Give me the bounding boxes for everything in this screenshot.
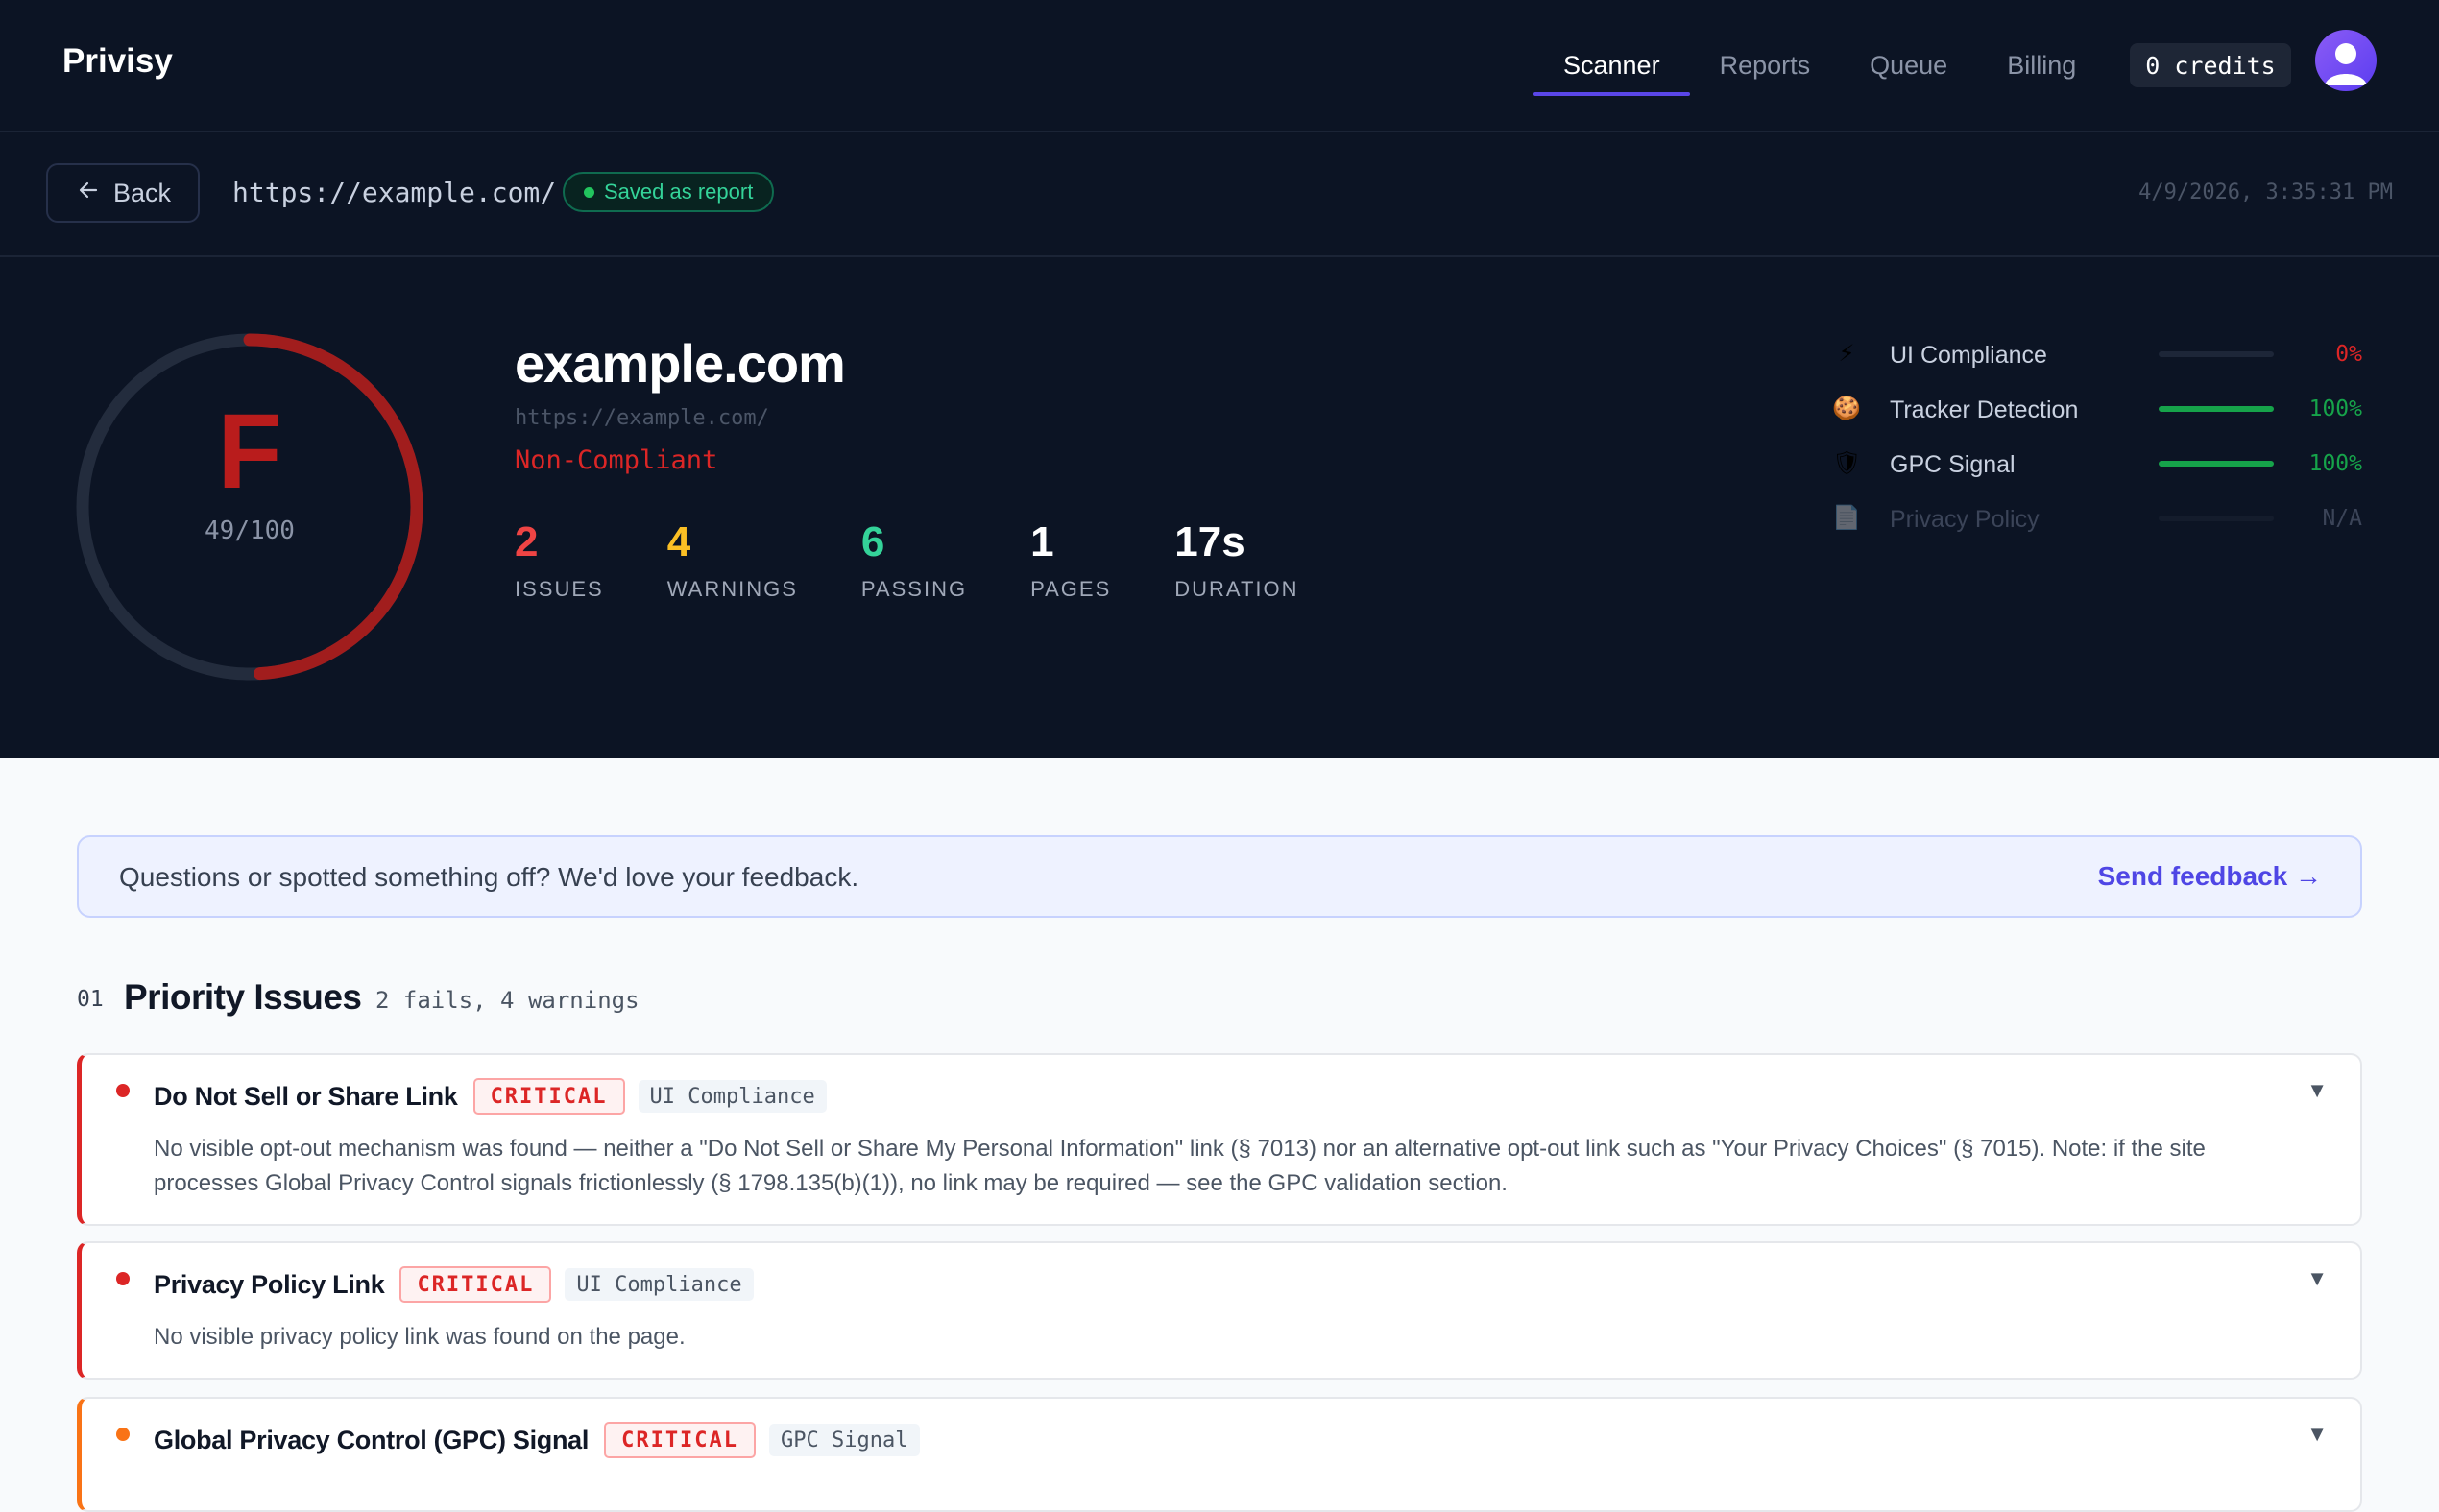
tab-scanner[interactable]: Scanner	[1533, 0, 1690, 131]
user-avatar-icon[interactable]	[2315, 30, 2377, 91]
site-url: https://example.com/	[515, 406, 769, 430]
scanned-url: https://example.com/	[232, 177, 557, 208]
feedback-banner: Questions or spotted something off? We'd…	[77, 835, 2362, 918]
check-name: Privacy Policy	[1890, 506, 2040, 533]
check-progress-bar	[2159, 516, 2274, 521]
issue-title: Global Privacy Control (GPC) Signal	[154, 1425, 590, 1454]
check-name: UI Compliance	[1890, 342, 2047, 369]
chevron-down-icon[interactable]: ▼	[2306, 1422, 2328, 1447]
back-button[interactable]: Back	[46, 163, 200, 223]
shield-icon: 🛡	[1832, 450, 1862, 476]
issue-card-do-not-sell[interactable]: Do Not Sell or Share Link CRITICAL UI Co…	[77, 1053, 2362, 1226]
issue-card-privacy-policy[interactable]: Privacy Policy Link CRITICAL UI Complian…	[77, 1241, 2362, 1380]
dark-header-region: Privisy Scanner Reports Queue Billing 0 …	[0, 0, 2439, 758]
issue-title: Privacy Policy Link	[154, 1269, 385, 1299]
check-name: GPC Signal	[1890, 451, 2016, 478]
status-dot-icon	[584, 186, 594, 198]
stat-value: 2	[515, 518, 539, 565]
stat-pages: 1 PAGES	[1030, 521, 1111, 602]
report-subbar: Back https://example.com/ Saved as repor…	[0, 132, 2439, 257]
summary-hero: F 49/100 example.com https://example.com…	[0, 257, 2439, 758]
issue-header: Privacy Policy Link CRITICAL UI Complian…	[154, 1266, 754, 1303]
stat-duration: 17s DURATION	[1174, 521, 1298, 602]
stat-label: DURATION	[1174, 577, 1299, 601]
stat-warnings: 4 WARNINGS	[667, 521, 798, 602]
issue-description: No visible opt-out mechanism was found —…	[154, 1136, 2206, 1196]
feedback-text: Questions or spotted something off? We'd…	[119, 862, 859, 892]
check-progress-bar	[2159, 406, 2274, 412]
check-tracker-detection: 🍪 Tracker Detection 100%	[1832, 387, 2362, 442]
brand-logo[interactable]: Privisy	[62, 42, 173, 81]
check-ui-compliance: ⚡ UI Compliance 0%	[1832, 332, 2362, 387]
scan-timestamp: 4/9/2026, 3:35:31 PM	[2138, 180, 2393, 204]
grade-letter: F	[217, 393, 282, 511]
stat-label: PAGES	[1030, 577, 1112, 601]
stat-label: ISSUES	[515, 577, 604, 601]
severity-dot-icon	[116, 1428, 130, 1441]
check-name: Tracker Detection	[1890, 396, 2079, 423]
chevron-down-icon[interactable]: ▼	[2306, 1078, 2328, 1103]
back-label: Back	[113, 178, 172, 207]
severity-dot-icon	[116, 1084, 130, 1097]
stat-value: 4	[666, 518, 691, 565]
credits-badge[interactable]: 0 credits	[2130, 43, 2291, 87]
stat-value: 6	[860, 518, 885, 565]
stat-label: PASSING	[860, 577, 968, 601]
check-progress-bar	[2159, 461, 2274, 467]
issue-header: Do Not Sell or Share Link CRITICAL UI Co…	[154, 1078, 827, 1115]
issue-description: No visible privacy policy link was found…	[154, 1324, 686, 1350]
check-gpc-signal: 🛡 GPC Signal 100%	[1832, 442, 2362, 496]
chevron-down-icon[interactable]: ▼	[2306, 1266, 2328, 1291]
issue-title: Do Not Sell or Share Link	[154, 1081, 458, 1111]
check-percent: 0%	[2335, 342, 2362, 367]
check-percent: N/A	[2322, 506, 2362, 531]
severity-dot-icon	[116, 1272, 130, 1285]
category-badge: GPC Signal	[769, 1424, 920, 1456]
score-text: 49/100	[205, 516, 295, 545]
issue-card-gpc-signal[interactable]: Global Privacy Control (GPC) Signal CRIT…	[77, 1397, 2362, 1512]
check-progress-bar	[2159, 351, 2274, 357]
severity-badge: CRITICAL	[399, 1266, 552, 1303]
cookie-icon: 🍪	[1832, 396, 1861, 421]
top-nav: Privisy Scanner Reports Queue Billing 0 …	[0, 0, 2439, 132]
check-percent: 100%	[2308, 396, 2362, 421]
stats-row: 2 ISSUES 4 WARNINGS 6 PASSING 1 PAGES 17…	[515, 521, 1363, 602]
stat-value: 17s	[1174, 518, 1245, 565]
severity-badge: CRITICAL	[472, 1078, 625, 1115]
site-title: example.com	[515, 333, 846, 394]
nav-tabs: Scanner Reports Queue Billing	[1533, 0, 2106, 131]
issue-header: Global Privacy Control (GPC) Signal CRIT…	[154, 1422, 920, 1458]
section-number: 01	[77, 987, 104, 1012]
stat-passing: 6 PASSING	[861, 521, 967, 602]
check-percent: 100%	[2308, 451, 2362, 476]
category-checks: ⚡ UI Compliance 0% 🍪 Tracker Detection 1…	[1832, 332, 2362, 551]
tab-billing[interactable]: Billing	[1977, 0, 2106, 131]
severity-badge: CRITICAL	[604, 1422, 757, 1458]
arrow-left-icon	[77, 179, 100, 208]
send-feedback-link[interactable]: Send feedback →	[2098, 861, 2322, 892]
stat-issues: 2 ISSUES	[515, 521, 604, 602]
document-icon: 📄	[1832, 505, 1861, 531]
tab-reports[interactable]: Reports	[1690, 0, 1841, 131]
section-title: Priority Issues	[124, 977, 362, 1017]
stat-value: 1	[1030, 518, 1054, 565]
category-badge: UI Compliance	[565, 1268, 754, 1301]
saved-report-badge: Saved as report	[563, 172, 775, 212]
section-subtitle: 2 fails, 4 warnings	[375, 987, 640, 1014]
check-progress-fill	[2159, 406, 2274, 412]
compliance-status: Non-Compliant	[515, 445, 718, 475]
tab-queue[interactable]: Queue	[1840, 0, 1977, 131]
category-badge: UI Compliance	[638, 1080, 827, 1113]
check-privacy-policy: 📄 Privacy Policy N/A	[1832, 496, 2362, 551]
check-progress-fill	[2159, 461, 2274, 467]
lightning-icon: ⚡	[1838, 341, 1855, 367]
saved-label: Saved as report	[604, 180, 754, 204]
stat-label: WARNINGS	[666, 577, 798, 601]
